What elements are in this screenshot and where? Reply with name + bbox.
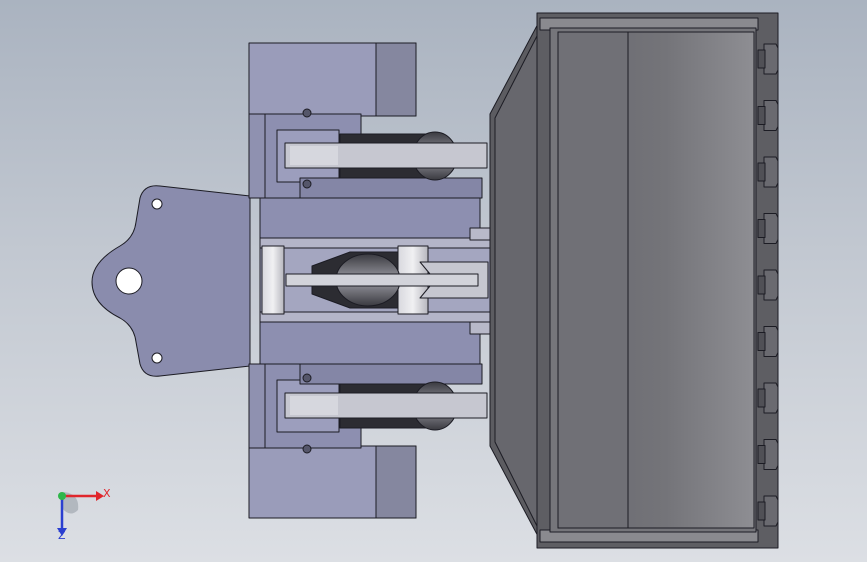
triad-z-label: Z: [58, 529, 66, 542]
bucket-teeth-row: [757, 43, 779, 527]
upper-rod-link-highlight: [290, 146, 338, 165]
bucket-back-plate-face: [494, 35, 538, 527]
bucket-tooth-adapter: [757, 162, 766, 182]
center-body-lower: [259, 321, 481, 365]
excavator-bucket-assembly-model[interactable]: [0, 0, 867, 562]
hitch-bolt-hole-bottom: [151, 352, 163, 364]
bucket-tooth-adapter: [757, 445, 766, 464]
lower-guide-bar: [299, 363, 483, 385]
bucket-tooth: [763, 43, 779, 75]
mount-plate-lower-shade: [375, 445, 417, 519]
lower-rod-link-highlight: [290, 396, 338, 415]
bucket-tooth: [763, 495, 779, 527]
bucket-tooth-adapter: [757, 275, 766, 295]
upper-bolt-head-b: [302, 179, 312, 189]
cad-viewport[interactable]: X Z: [0, 0, 867, 562]
bucket-tooth: [763, 382, 779, 414]
bucket-tooth: [763, 269, 779, 301]
hitch-bolt-hole-top: [151, 198, 163, 210]
triad-x-label: X: [103, 487, 111, 500]
center-piston-rod: [285, 273, 487, 287]
clevis-plate-left: [261, 245, 285, 315]
bucket-tooth: [763, 439, 779, 470]
center-web-top: [259, 237, 491, 249]
side-rail-lower: [248, 363, 268, 449]
upper-guide-bar: [299, 177, 483, 199]
bucket-floor-fold: [557, 31, 629, 529]
bucket-tooth-adapter: [757, 388, 766, 408]
bucket-tooth: [763, 326, 779, 357]
hitch-pivot-hole: [115, 267, 143, 295]
upper-bolt-head-a: [302, 108, 312, 118]
bucket-tooth-adapter: [757, 332, 766, 351]
view-orientation-triad[interactable]: X Z: [40, 478, 120, 548]
bucket-tooth: [763, 100, 779, 131]
bucket-tooth-adapter: [757, 219, 766, 238]
spacer-block-lower: [469, 321, 493, 335]
bucket-tooth: [763, 213, 779, 244]
lower-bolt-head-b: [302, 444, 312, 454]
center-body-upper: [259, 197, 481, 241]
lower-bolt-head-a: [302, 373, 312, 383]
bucket-tooth-adapter: [757, 501, 766, 521]
mount-plate-upper-shade: [375, 42, 417, 117]
bucket-tooth: [763, 156, 779, 188]
center-web-bottom: [259, 311, 491, 323]
bucket-tooth-adapter: [757, 106, 766, 125]
bucket-tooth-adapter: [757, 49, 766, 69]
y-axis-dot-icon: [58, 492, 66, 500]
side-rail-upper: [248, 113, 268, 199]
spacer-block-upper: [469, 227, 493, 241]
